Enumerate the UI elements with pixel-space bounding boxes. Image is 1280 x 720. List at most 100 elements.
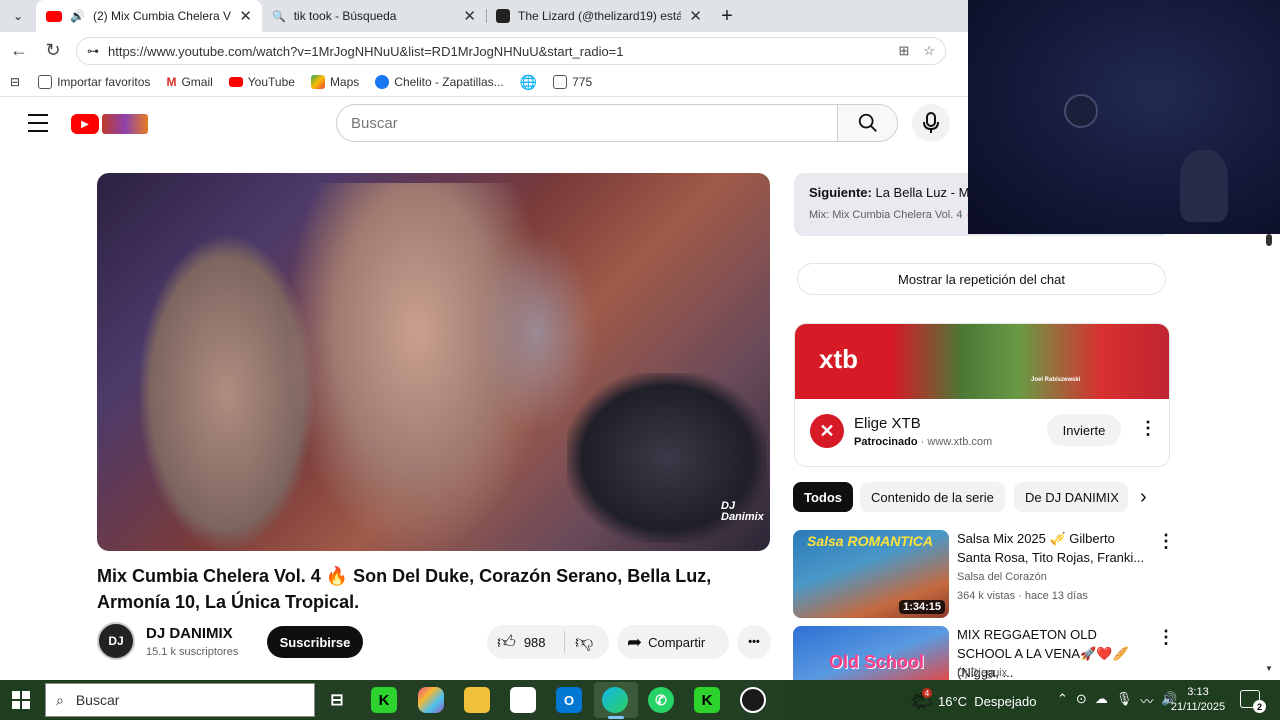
recommendation-channel[interactable]: Dj Dieguix <box>957 667 1007 679</box>
site-info-icon[interactable]: ⊶ <box>87 44 99 58</box>
file-explorer-icon[interactable] <box>464 687 490 713</box>
bookmark-star-icon[interactable]: ☆ <box>923 43 935 59</box>
microsoft-store-icon[interactable] <box>510 687 536 713</box>
video-player[interactable]: DJ Danimix <box>97 173 770 551</box>
video-thumbnail[interactable]: Old School <box>793 626 949 680</box>
recommendation-channel[interactable]: Salsa del Corazón <box>957 571 1047 583</box>
chevron-up-icon[interactable]: ⌃ <box>1057 691 1068 710</box>
taskbar-search-box[interactable]: ⌕ Buscar <box>45 683 315 717</box>
tab-list-icon[interactable]: ⊟ <box>0 75 30 89</box>
more-options-icon[interactable]: ⋮ <box>1157 531 1175 552</box>
speaker-icon[interactable]: 🔊 <box>70 9 85 23</box>
chip-todos[interactable]: Todos <box>793 482 854 512</box>
weather-badge: 4 <box>922 688 932 698</box>
bookmark-775[interactable]: 775 <box>545 71 600 93</box>
ad-title[interactable]: Elige XTB <box>854 415 921 432</box>
clock-time: 3:13 <box>1187 686 1209 698</box>
share-arrow-icon: ➦ <box>627 631 643 652</box>
clock-date: 21/11/2025 <box>1170 701 1226 713</box>
search-input[interactable] <box>337 105 837 141</box>
wifi-icon[interactable]: 〰 <box>1140 691 1153 710</box>
chip-contenido-serie[interactable]: Contenido de la serie <box>860 482 1005 512</box>
maps-icon <box>310 75 325 89</box>
tab-the-lizard[interactable]: The Lizard (@thelizard19) está EN ✕ <box>486 0 712 32</box>
ad-card[interactable]: xtb Joel Rabiszewski ✕ Elige XTB Patroci… <box>794 323 1170 467</box>
search-box <box>336 104 898 142</box>
more-actions-button[interactable]: ••• <box>737 625 771 659</box>
voice-search-button[interactable] <box>912 104 950 142</box>
tab-search-button[interactable]: ⌄ <box>0 0 36 32</box>
copilot-icon[interactable] <box>418 687 444 713</box>
video-watermark: DJ Danimix <box>721 500 764 523</box>
bookmark-maps[interactable]: Maps <box>303 71 367 93</box>
bookmark-chelito[interactable]: Chelito - Zapatillas... <box>367 71 511 93</box>
bookmark-label: Gmail <box>181 75 213 89</box>
kick-app-icon[interactable]: K <box>371 687 397 713</box>
like-button[interactable]: 👍︎ 988 <box>487 631 565 653</box>
kick-app-icon-2[interactable]: K <box>694 687 720 713</box>
tab-tiktok-search[interactable]: 🔍 tik took - Búsqueda ✕ <box>262 0 486 32</box>
back-arrow-icon[interactable]: ← <box>4 32 34 68</box>
chip-de-dj-danimix[interactable]: De DJ DANIMIX <box>1014 482 1128 512</box>
bookmark-youtube[interactable]: YouTube <box>221 71 303 93</box>
gmail-icon: M <box>166 75 177 89</box>
bookmark-importar-favoritos[interactable]: Importar favoritos <box>30 71 158 93</box>
install-app-icon[interactable]: ⊞ <box>898 43 909 59</box>
recommendation-title[interactable]: Salsa Mix 2025 🎺 Gilberto Santa Rosa, Ti… <box>957 529 1147 567</box>
microphone-icon <box>923 112 939 133</box>
tray-microphone-icon[interactable]: 🎙 <box>1116 691 1133 710</box>
channel-avatar[interactable]: DJ <box>97 622 135 660</box>
subscribe-button[interactable]: Suscribirse <box>267 626 363 658</box>
new-tab-button[interactable]: + <box>712 0 742 32</box>
close-tab-icon[interactable]: ✕ <box>689 7 702 25</box>
start-button[interactable] <box>12 691 30 709</box>
video-title: Mix Cumbia Chelera Vol. 4 🔥 Son Del Duke… <box>97 566 712 612</box>
share-button[interactable]: ➦ Compartir <box>617 625 729 659</box>
like-count: 988 <box>523 634 546 650</box>
bookmark-globe[interactable]: 🌐 <box>512 71 545 93</box>
url-text: https://www.youtube.com/watch?v=1MrJogNH… <box>108 43 624 59</box>
show-chat-replay-button[interactable]: Mostrar la repetición del chat <box>797 263 1166 295</box>
hamburger-menu-icon[interactable] <box>28 114 48 132</box>
clock[interactable]: 3:13 21/11/2025 <box>1170 685 1226 715</box>
search-button[interactable] <box>837 105 897 141</box>
tab-youtube[interactable]: 🔊 (2) Mix Cumbia Chelera Vol. 4 ✕ <box>36 0 262 32</box>
thumbs-down-icon: 👎︎ <box>575 632 594 652</box>
scroll-down-arrow-icon[interactable]: ▼ <box>1265 664 1273 673</box>
obs-studio-icon[interactable] <box>740 687 766 713</box>
close-tab-icon[interactable]: ✕ <box>463 7 476 25</box>
dislike-button[interactable]: 👎︎ <box>565 631 593 653</box>
address-bar[interactable]: ⊶ https://www.youtube.com/watch?v=1MrJog… <box>76 37 946 65</box>
play-logo-icon: ▶ <box>71 114 99 134</box>
youtube-logo[interactable]: ▶ <box>71 112 151 136</box>
search-favicon-icon: 🔍 <box>272 10 286 23</box>
tab-title: The Lizard (@thelizard19) está EN <box>518 9 682 23</box>
ad-cta-button[interactable]: Invierte <box>1047 414 1121 446</box>
channel-name[interactable]: DJ DANIMIX <box>146 625 233 642</box>
reload-icon[interactable]: ↻ <box>38 32 68 68</box>
taskbar-search-label: Buscar <box>75 692 120 708</box>
weather-text[interactable]: 16°C Despejado <box>938 694 1036 709</box>
ad-options-icon[interactable]: ⋮ <box>1139 418 1157 439</box>
advertiser-logo-icon[interactable]: ✕ <box>810 414 844 448</box>
video-thumbnail[interactable]: Salsa ROMANTICA 1:34:15 <box>793 530 949 618</box>
system-tray: ⌃ ⊙ ☁ 🎙 〰 🔊 <box>1057 691 1178 710</box>
scrollbar-thumb[interactable] <box>1266 234 1272 246</box>
next-title: La Bella Luz - Mix <box>875 185 979 200</box>
outlook-icon[interactable]: O <box>556 687 582 713</box>
ad-banner[interactable]: xtb Joel Rabiszewski <box>795 324 1169 399</box>
more-options-icon[interactable]: ⋮ <box>1157 627 1175 648</box>
task-view-icon[interactable]: ⊟ <box>324 687 350 713</box>
chevron-right-icon[interactable]: › <box>1140 486 1147 509</box>
thumbnail-text: Old School <box>829 652 925 672</box>
edge-browser-icon[interactable] <box>602 687 628 713</box>
meet-now-icon[interactable]: ⊙ <box>1076 691 1087 710</box>
close-tab-icon[interactable]: ✕ <box>239 7 252 25</box>
doodle-icon <box>102 114 148 134</box>
onedrive-icon[interactable]: ☁ <box>1095 691 1108 710</box>
bookmark-label: 775 <box>572 75 593 89</box>
webcam-overlay <box>968 0 1280 234</box>
whatsapp-icon[interactable]: ✆ <box>648 687 674 713</box>
search-icon: ⌕ <box>56 691 64 708</box>
bookmark-gmail[interactable]: M Gmail <box>158 71 220 93</box>
